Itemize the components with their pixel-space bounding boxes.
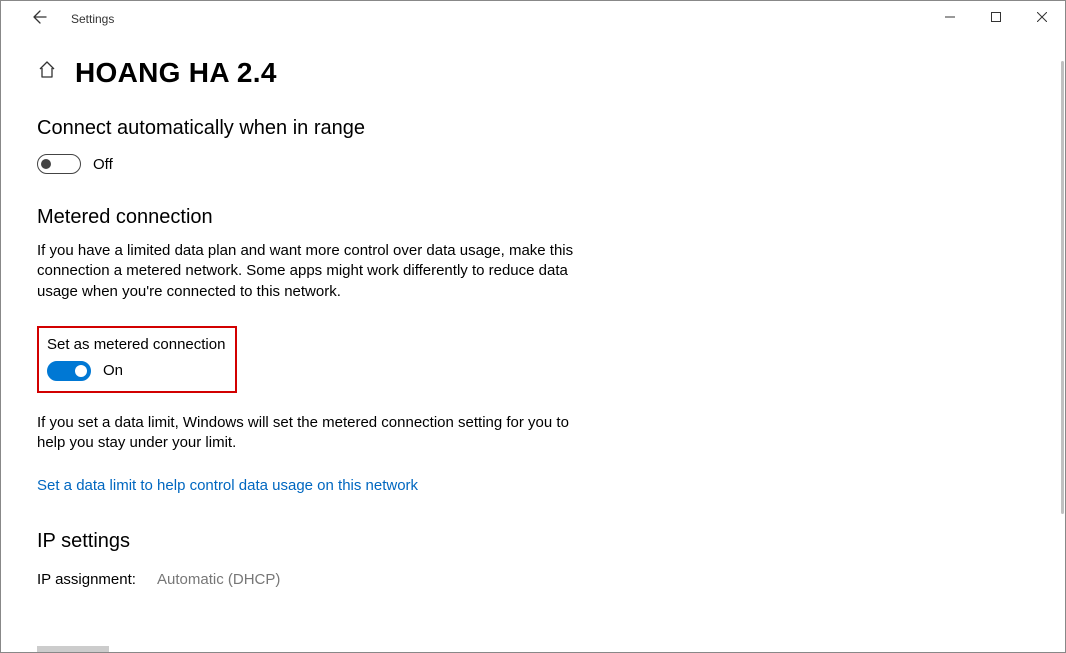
ip-assignment-label: IP assignment: <box>37 571 157 588</box>
highlight-box: Set as metered connection On <box>37 326 237 393</box>
connect-auto-toggle[interactable] <box>37 154 81 174</box>
page-header: HOANG HA 2.4 <box>37 57 1029 89</box>
metered-state: On <box>103 362 123 379</box>
minimize-button[interactable] <box>927 1 973 33</box>
ip-settings-title: IP settings <box>37 530 1029 553</box>
metered-setting-label: Set as metered connection <box>47 336 225 353</box>
metered-toggle-row: On <box>47 361 225 381</box>
metered-toggle[interactable] <box>47 361 91 381</box>
connect-auto-toggle-row: Off <box>37 154 1029 174</box>
metered-limit-text: If you set a data limit, Windows will se… <box>37 413 582 454</box>
app-title: Settings <box>71 12 114 26</box>
metered-title: Metered connection <box>37 206 1029 229</box>
content-area: HOANG HA 2.4 Connect automatically when … <box>1 37 1065 652</box>
back-arrow-icon[interactable] <box>29 10 51 28</box>
toggle-knob <box>41 159 51 169</box>
connect-auto-state: Off <box>93 156 113 173</box>
maximize-button[interactable] <box>973 1 1019 33</box>
ip-assignment-value: Automatic (DHCP) <box>157 571 280 588</box>
close-button[interactable] <box>1019 1 1065 33</box>
window-controls <box>927 1 1065 33</box>
data-limit-link[interactable]: Set a data limit to help control data us… <box>37 477 418 494</box>
ip-assignment-row: IP assignment: Automatic (DHCP) <box>37 571 1029 588</box>
home-icon[interactable] <box>37 60 57 86</box>
edit-button-hint <box>37 646 109 652</box>
page-title: HOANG HA 2.4 <box>75 57 277 89</box>
metered-description: If you have a limited data plan and want… <box>37 241 582 302</box>
toggle-knob <box>75 365 87 377</box>
title-bar: Settings <box>1 1 1065 37</box>
connect-auto-title: Connect automatically when in range <box>37 117 1029 140</box>
